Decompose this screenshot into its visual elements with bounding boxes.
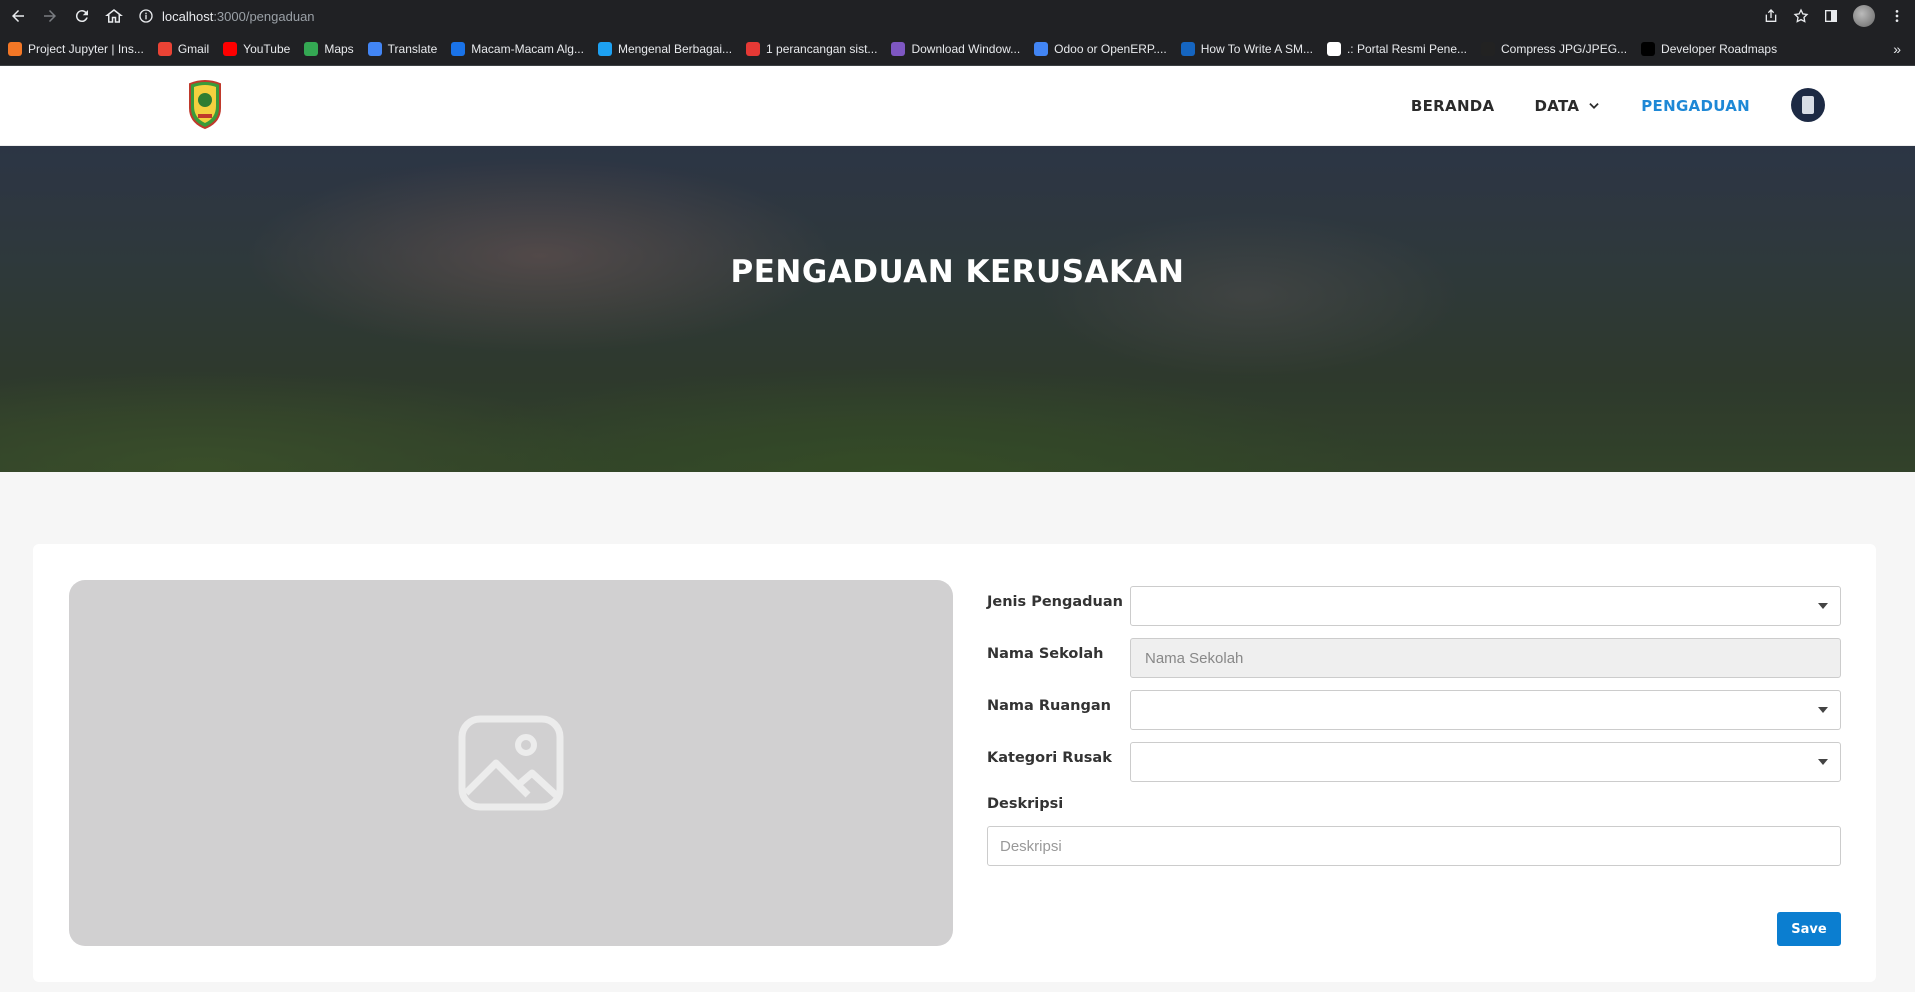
- deskripsi-label: Deskripsi: [987, 796, 1064, 812]
- nama-ruangan-select[interactable]: [1130, 690, 1841, 730]
- bookmark-item[interactable]: Odoo or OpenERP....: [1034, 41, 1167, 56]
- regency-emblem-logo[interactable]: [186, 78, 224, 130]
- nav-data-label: DATA: [1534, 97, 1580, 115]
- bookmark-label: Mengenal Berbagai...: [617, 41, 733, 56]
- bookmark-item[interactable]: Gmail: [157, 41, 210, 56]
- dropdown-caret-icon: [1818, 707, 1828, 713]
- nav-pengaduan[interactable]: PENGADUAN: [1641, 97, 1750, 115]
- deskripsi-placeholder: Deskripsi: [1000, 837, 1062, 855]
- bookmark-favicon-icon: [1180, 41, 1195, 56]
- kategori-rusak-select[interactable]: [1130, 742, 1841, 782]
- bookmark-item[interactable]: Developer Roadmaps: [1641, 41, 1778, 56]
- home-icon: [105, 9, 123, 23]
- bookmark-label: Compress JPG/JPEG...: [1501, 41, 1628, 56]
- bookmark-label: Project Jupyter | Ins...: [28, 41, 144, 56]
- bookmark-label: YouTube: [243, 41, 291, 56]
- bookmark-favicon-icon: [746, 41, 761, 56]
- jenis-pengaduan-select[interactable]: [1130, 586, 1841, 626]
- bookmark-label: How To Write A SM...: [1200, 41, 1313, 56]
- kebab-menu-icon[interactable]: [1889, 8, 1905, 24]
- bookmark-favicon-icon: [1326, 41, 1341, 56]
- site-navbar: BERANDA DATA PENGADUAN: [0, 66, 1915, 146]
- arrow-right-icon: [44, 10, 56, 22]
- nama-sekolah-input[interactable]: Nama Sekolah: [1130, 638, 1841, 678]
- bookmark-label: Maps: [324, 41, 354, 56]
- nama-ruangan-label: Nama Ruangan: [987, 698, 1111, 714]
- reload-button[interactable]: [68, 2, 96, 30]
- dropdown-caret-icon: [1818, 759, 1828, 765]
- bookmark-item[interactable]: Project Jupyter | Ins...: [8, 41, 144, 56]
- side-panel-icon[interactable]: [1823, 8, 1839, 24]
- nama-sekolah-label: Nama Sekolah: [987, 646, 1104, 662]
- bookmark-item[interactable]: How To Write A SM...: [1180, 41, 1313, 56]
- bookmark-item[interactable]: 1 perancangan sist...: [746, 41, 878, 56]
- bookmark-favicon-icon: [8, 41, 22, 56]
- image-upload-area[interactable]: [69, 580, 953, 946]
- bookmark-label: 1 perancangan sist...: [766, 41, 878, 56]
- bookmark-favicon-icon: [597, 41, 612, 56]
- address-bar[interactable]: localhost:3000/pengaduan: [138, 3, 1755, 29]
- bookmark-label: Gmail: [177, 41, 210, 56]
- deskripsi-input[interactable]: Deskripsi: [987, 826, 1841, 866]
- bookmark-item[interactable]: Macam-Macam Alg...: [451, 41, 584, 56]
- chevron-down-icon: [1589, 103, 1599, 109]
- bookmark-item[interactable]: YouTube: [223, 41, 291, 56]
- bookmark-item[interactable]: Mengenal Berbagai...: [597, 41, 733, 56]
- bookmark-label: .: Portal Resmi Pene...: [1346, 41, 1467, 56]
- user-menu-button[interactable]: [1791, 88, 1825, 122]
- bookmark-item[interactable]: Compress JPG/JPEG...: [1481, 41, 1628, 56]
- bookmark-favicon-icon: [891, 41, 906, 56]
- more-bookmarks-button[interactable]: »: [1893, 41, 1901, 57]
- nav-beranda[interactable]: BERANDA: [1411, 97, 1495, 115]
- profile-avatar[interactable]: [1853, 5, 1875, 27]
- share-icon[interactable]: [1763, 8, 1779, 24]
- bookmark-favicon-icon: [451, 41, 466, 56]
- nav-beranda-label: BERANDA: [1410, 97, 1495, 115]
- dropdown-caret-icon: [1818, 603, 1828, 609]
- bookmark-label: Macam-Macam Alg...: [471, 41, 584, 56]
- kategori-rusak-label: Kategori Rusak: [987, 750, 1112, 766]
- back-button[interactable]: [4, 2, 32, 30]
- home-button[interactable]: [100, 2, 128, 30]
- bookmark-favicon-icon: [223, 41, 238, 56]
- bookmark-favicon-icon: [304, 41, 319, 56]
- info-icon: [139, 9, 153, 23]
- complaint-form: Jenis Pengaduan Nama Sekolah Nama Sekola…: [987, 586, 1843, 866]
- arrow-left-icon: [12, 10, 24, 22]
- browser-toolbar: localhost:3000/pengaduan: [0, 0, 1915, 32]
- url-path: :3000/pengaduan: [213, 8, 315, 24]
- bookmark-favicon-icon: [1034, 41, 1049, 56]
- hero-banner: PENGADUAN KERUSAKAN: [0, 146, 1915, 472]
- bookmark-favicon-icon: [1481, 41, 1495, 56]
- bookmark-favicon-icon: [1641, 41, 1656, 56]
- bookmark-item[interactable]: Download Window...: [891, 41, 1021, 56]
- bookmarks-bar: Project Jupyter | Ins... Gmail YouTube Maps…: [0, 32, 1915, 66]
- bookmark-label: Developer Roadmaps: [1661, 41, 1778, 56]
- bookmark-label: Translate: [387, 41, 438, 56]
- page-title: PENGADUAN KERUSAKAN: [730, 254, 1185, 290]
- reload-icon: [75, 10, 88, 23]
- jenis-pengaduan-label: Jenis Pengaduan: [987, 594, 1123, 610]
- bookmark-favicon-icon: [157, 41, 172, 56]
- star-icon[interactable]: [1793, 8, 1809, 24]
- bookmark-item[interactable]: Maps: [304, 41, 354, 56]
- bookmark-label: Download Window...: [911, 41, 1021, 56]
- bookmark-item[interactable]: .: Portal Resmi Pene...: [1326, 41, 1467, 56]
- bookmark-item[interactable]: Translate: [367, 41, 438, 56]
- forward-button[interactable]: [36, 2, 64, 30]
- save-button[interactable]: Save: [1777, 912, 1841, 946]
- image-placeholder-icon: [458, 715, 564, 811]
- url-host: localhost: [162, 8, 214, 24]
- user-icon: [1802, 96, 1814, 114]
- bookmark-label: Odoo or OpenERP....: [1054, 41, 1167, 56]
- complaint-card: Jenis Pengaduan Nama Sekolah Nama Sekola…: [33, 544, 1876, 982]
- bookmark-favicon-icon: [367, 41, 382, 56]
- nama-sekolah-placeholder: Nama Sekolah: [1145, 649, 1244, 667]
- nav-data-dropdown[interactable]: DATA: [1534, 97, 1601, 115]
- nav-pengaduan-label: PENGADUAN: [1641, 97, 1750, 115]
